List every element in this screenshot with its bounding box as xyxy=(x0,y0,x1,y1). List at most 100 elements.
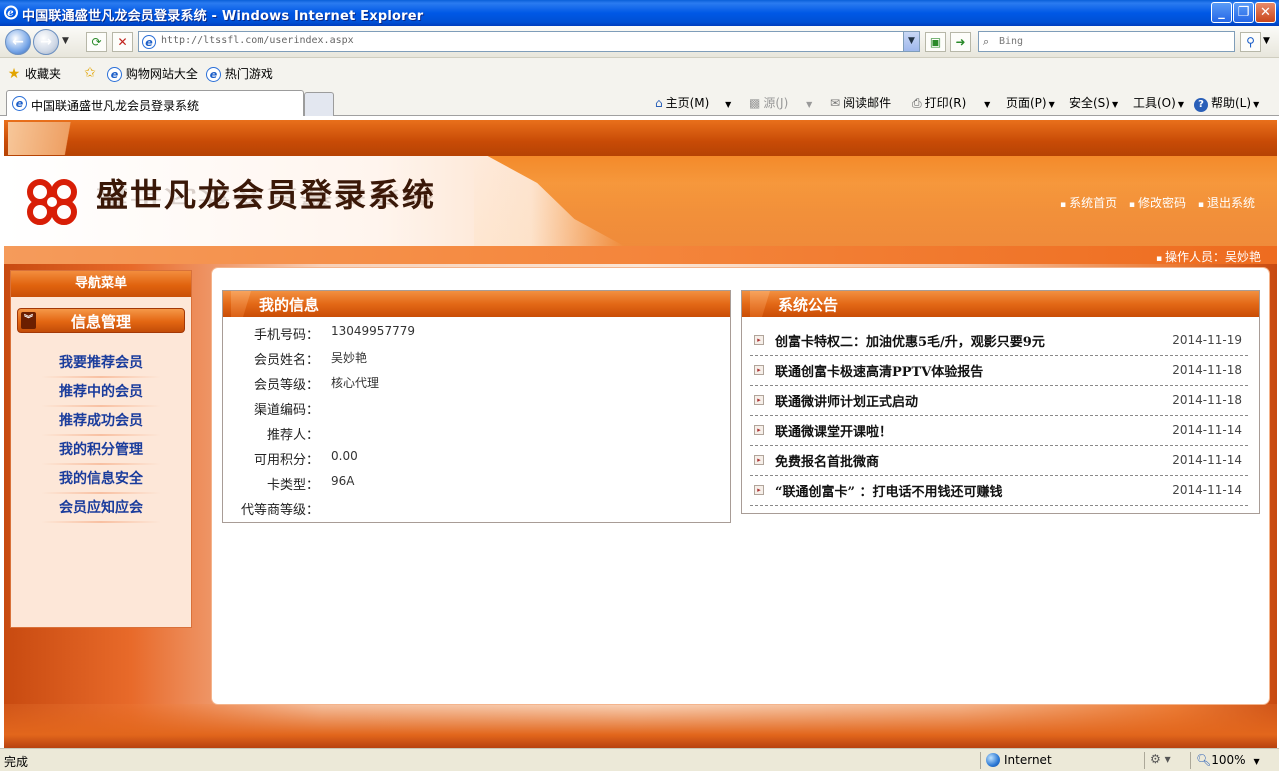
go-arrow-icon[interactable]: ➜ xyxy=(950,32,971,52)
favorites-button[interactable]: ★ 收藏夹 xyxy=(6,65,61,82)
sidebar-item-info-security[interactable]: 我的信息安全 xyxy=(41,468,161,494)
read-mail-button[interactable]: ✉ 阅读邮件 xyxy=(830,94,891,111)
ie-page-icon: e xyxy=(12,96,27,111)
rss-icon: ▩ xyxy=(749,96,761,110)
safety-menu-button[interactable]: 安全(S) ▼ xyxy=(1069,94,1118,111)
search-button[interactable]: ⚲ xyxy=(1240,32,1261,52)
page-menu-button[interactable]: 页面(P) ▼ xyxy=(1006,94,1055,111)
tab-bar: e 中国联通盛世凡龙会员登录系统 ⌂ 主页(M) ▼ ▩ 源(J) ▼ ✉ 阅读邮件 … xyxy=(0,88,1279,116)
site-title-reflection: 盛世凡龙会员登录系统 xyxy=(96,185,437,207)
link-change-password[interactable]: ▪ 修改密码 xyxy=(1129,196,1186,210)
house-icon: ⌂ xyxy=(655,96,663,110)
star-icon: ★ xyxy=(7,66,21,82)
refresh-icon[interactable]: ⟳ xyxy=(86,32,107,52)
web-page: 盛世凡龙会员登录系统 盛世凡龙会员登录系统 ▪ 系统首页 ▪ 修改密码 ▪ 退出系统 … xyxy=(0,116,1279,748)
operator-bar: ▪ 操作人员：吴妙艳 xyxy=(4,246,1277,264)
content-background-bottom xyxy=(4,704,1277,748)
favorites-bar: ★ 收藏夹 ✩ e 购物网站大全 e 热门游戏 xyxy=(0,58,1279,88)
tab-label: 中国联通盛世凡龙会员登录系统 xyxy=(31,99,200,113)
my-info-panel: 我的信息 手机号码： 13049957779 会员姓名： 吴妙艳 会员等级： 核心代理… xyxy=(222,290,731,523)
address-bar[interactable]: e http://ltssfl.com/userindex.aspx ▼ xyxy=(138,31,920,52)
search-placeholder: Bing xyxy=(999,36,1024,47)
maximize-button[interactable]: ❐ xyxy=(1233,2,1254,23)
security-zone[interactable]: Internet xyxy=(986,753,1052,767)
globe-icon xyxy=(986,753,1000,767)
window-title: 中国联通盛世凡龙会员登录系统 - Windows Internet Explor… xyxy=(22,9,424,24)
help-menu-button[interactable]: ? 帮助(L) ▼ xyxy=(1194,94,1259,112)
navigation-bar: ← → ▼ ⟳ ✕ e http://ltssfl.com/userindex.… xyxy=(0,26,1279,58)
feeds-button[interactable]: ▩ 源(J) ▼ xyxy=(749,94,812,111)
favorite-link-games[interactable]: e 热门游戏 xyxy=(206,65,273,82)
address-dropdown-icon[interactable]: ▼ xyxy=(903,32,919,51)
tools-menu-button[interactable]: 工具(O) ▼ xyxy=(1133,94,1184,111)
bullet-icon: ▸ xyxy=(754,425,764,435)
sidebar-item-recommending-members[interactable]: 推荐中的会员 xyxy=(41,381,161,407)
sidebar-item-member-knowledge[interactable]: 会员应知应会 xyxy=(41,497,161,523)
add-favorite-icon[interactable]: ✩ xyxy=(82,65,101,81)
bullet-icon: ▸ xyxy=(754,455,764,465)
notice-item[interactable]: ▸ 联通微讲师计划正式启动 2014-11-18 xyxy=(750,386,1248,416)
close-button[interactable]: ✕ xyxy=(1255,2,1276,23)
printer-icon: ⎙ xyxy=(912,96,922,110)
mail-icon: ✉ xyxy=(830,96,841,110)
info-row-referrer: 推荐人： xyxy=(266,428,319,443)
window-titlebar[interactable]: e 中国联通盛世凡龙会员登录系统 - Windows Internet Expl… xyxy=(0,0,1279,26)
notice-panel: 系统公告 ▸ 创富卡特权二：加油优惠5毛/升，观影只要9元 2014-11-19… xyxy=(741,290,1260,514)
status-bar: 完成 Internet ⚙ ▾ 🔍︎100% ▼ xyxy=(0,748,1279,771)
tab-active[interactable]: e 中国联通盛世凡龙会员登录系统 xyxy=(6,90,304,116)
magnifier-icon: 🔍︎ xyxy=(1196,753,1212,767)
operator-info: ▪ 操作人员：吴妙艳 xyxy=(1156,250,1261,264)
bullet-icon: ▸ xyxy=(754,365,764,375)
stop-icon[interactable]: ✕ xyxy=(112,32,133,52)
header-top-strip xyxy=(4,120,1277,156)
star-add-icon: ✩ xyxy=(84,65,96,81)
home-button[interactable]: ⌂ 主页(M) ▼ xyxy=(655,94,731,111)
link-logout[interactable]: ▪ 退出系统 xyxy=(1198,196,1255,210)
status-text: 完成 xyxy=(4,755,29,769)
sidebar-item-points-management[interactable]: 我的积分管理 xyxy=(41,439,161,465)
sidebar-item-recommend-member[interactable]: 我要推荐会员 xyxy=(41,352,161,378)
info-row-phone: 手机号码： 13049957779 xyxy=(253,324,415,343)
info-row-name: 会员姓名： 吴妙艳 xyxy=(253,351,368,368)
favorite-link-shopping[interactable]: e 购物网站大全 xyxy=(107,65,198,82)
sidebar-header: 导航菜单 xyxy=(11,271,191,297)
new-tab-button[interactable] xyxy=(304,92,334,116)
bullet-icon: ▸ xyxy=(754,485,764,495)
notice-item[interactable]: ▸ “联通创富卡” ：打电话不用钱还可赚钱 2014-11-14 xyxy=(750,476,1248,506)
ie-logo-icon: e xyxy=(4,5,18,20)
zoom-level[interactable]: 🔍︎100% ▼ xyxy=(1196,753,1260,767)
notice-header: 系统公告 xyxy=(742,291,1259,317)
header-decor xyxy=(8,122,80,155)
notice-item[interactable]: ▸ 免费报名首批微商 2014-11-14 xyxy=(750,446,1248,476)
forward-button[interactable]: → xyxy=(33,29,59,55)
compatibility-icon[interactable]: ▣ xyxy=(925,32,946,52)
bullet-icon: ▸ xyxy=(754,335,764,345)
link-home[interactable]: ▪ 系统首页 xyxy=(1060,196,1117,210)
back-button[interactable]: ← xyxy=(5,29,31,55)
history-dropdown-icon[interactable]: ▼ xyxy=(62,36,69,46)
top-links: ▪ 系统首页 ▪ 修改密码 ▪ 退出系统 xyxy=(1052,194,1255,211)
protected-mode-icon[interactable]: ⚙ ▾ xyxy=(1150,752,1171,766)
sidebar-section-info-management[interactable]: ︾ 信息管理 xyxy=(17,308,185,333)
notice-item[interactable]: ▸ 创富卡特权二：加油优惠5毛/升，观影只要9元 2014-11-19 xyxy=(750,326,1248,356)
notice-item[interactable]: ▸ 联通创富卡极速高清PPTV体验报告 2014-11-18 xyxy=(750,356,1248,386)
search-icon: ⌕ xyxy=(983,35,990,48)
search-options-icon[interactable]: ▼ xyxy=(1263,36,1270,46)
operator-name: 吴妙艳 xyxy=(1224,250,1261,264)
address-url[interactable]: http://ltssfl.com/userindex.aspx xyxy=(161,35,354,46)
minimize-button[interactable]: _ xyxy=(1211,2,1232,23)
my-info-title: 我的信息 xyxy=(259,296,320,314)
search-input[interactable]: ⌕ Bing xyxy=(978,31,1235,52)
help-icon: ? xyxy=(1194,98,1208,112)
ie-page-icon: e xyxy=(206,67,221,82)
sidebar-nav: 导航菜单 ︾ 信息管理 我要推荐会员 推荐中的会员 推荐成功会员 我的积分管理 … xyxy=(10,270,192,628)
info-row-card-type: 卡类型： 96A xyxy=(266,474,355,493)
info-row-level: 会员等级： 核心代理 xyxy=(253,376,380,393)
print-button[interactable]: ⎙ 打印(R) ▼ xyxy=(912,94,990,111)
page-icon: e xyxy=(142,35,156,49)
my-info-header: 我的信息 xyxy=(223,291,730,317)
notice-item[interactable]: ▸ 联通微课堂开课啦！ 2014-11-14 xyxy=(750,416,1248,446)
info-row-channel-code: 渠道编码： xyxy=(253,403,319,418)
sidebar-item-recommended-success[interactable]: 推荐成功会员 xyxy=(41,410,161,436)
info-row-agent-level: 代等商等级： xyxy=(240,503,319,518)
